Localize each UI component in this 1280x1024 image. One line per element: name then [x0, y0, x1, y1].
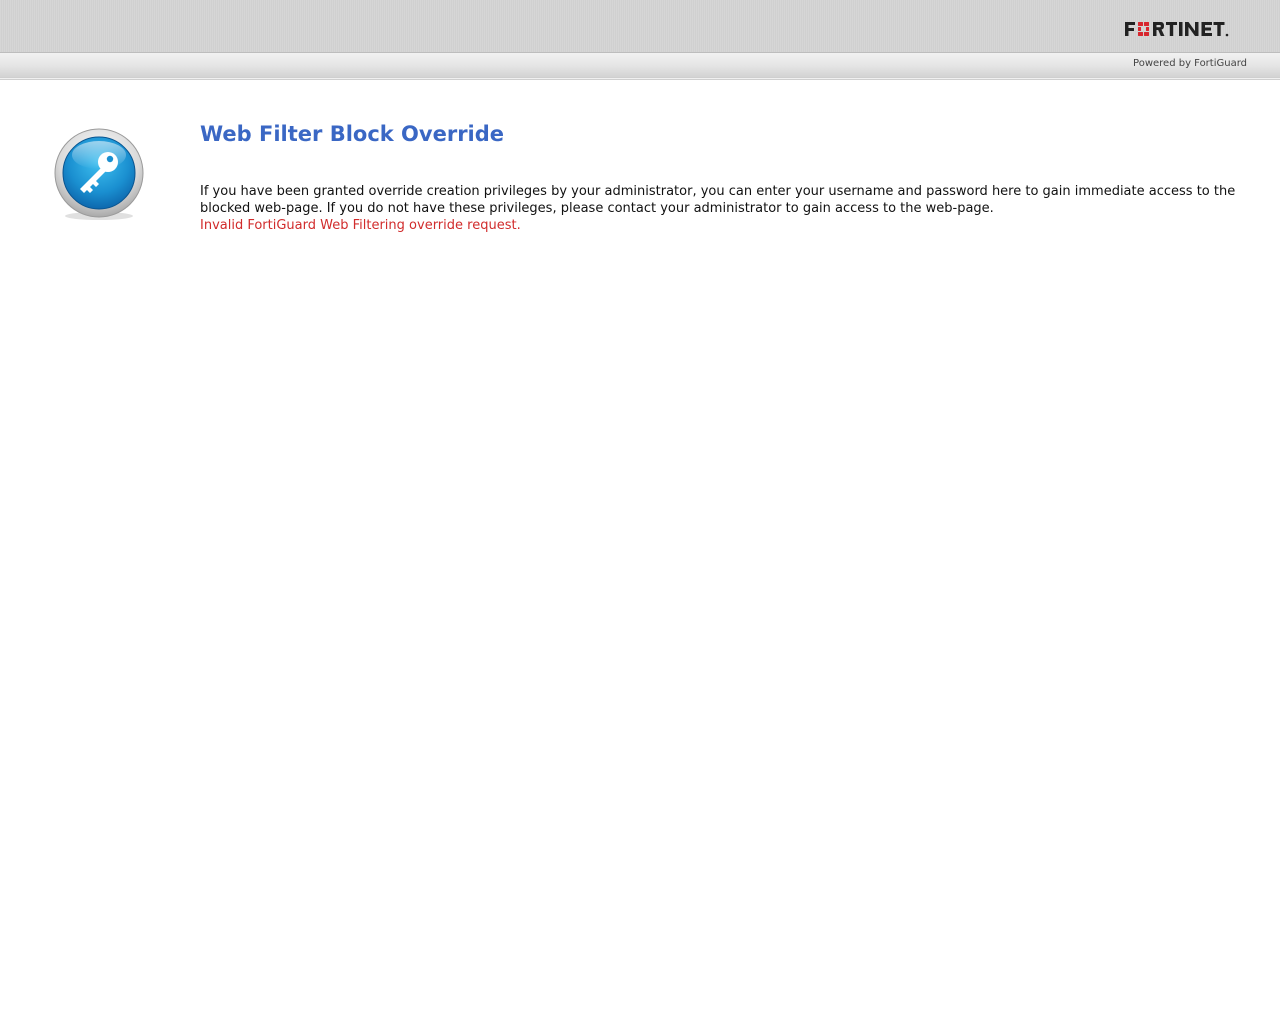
override-message: If you have been granted override creati…	[200, 184, 1236, 216]
powered-by-text: Powered by FortiGuard	[1133, 58, 1247, 69]
page-title: Web Filter Block Override	[200, 122, 505, 146]
header-subbar	[0, 53, 1280, 80]
error-message: Invalid FortiGuard Web Filtering overrid…	[200, 218, 521, 233]
key-icon	[54, 128, 144, 220]
header-bar	[0, 0, 1280, 53]
fortinet-logo	[1125, 22, 1229, 37]
